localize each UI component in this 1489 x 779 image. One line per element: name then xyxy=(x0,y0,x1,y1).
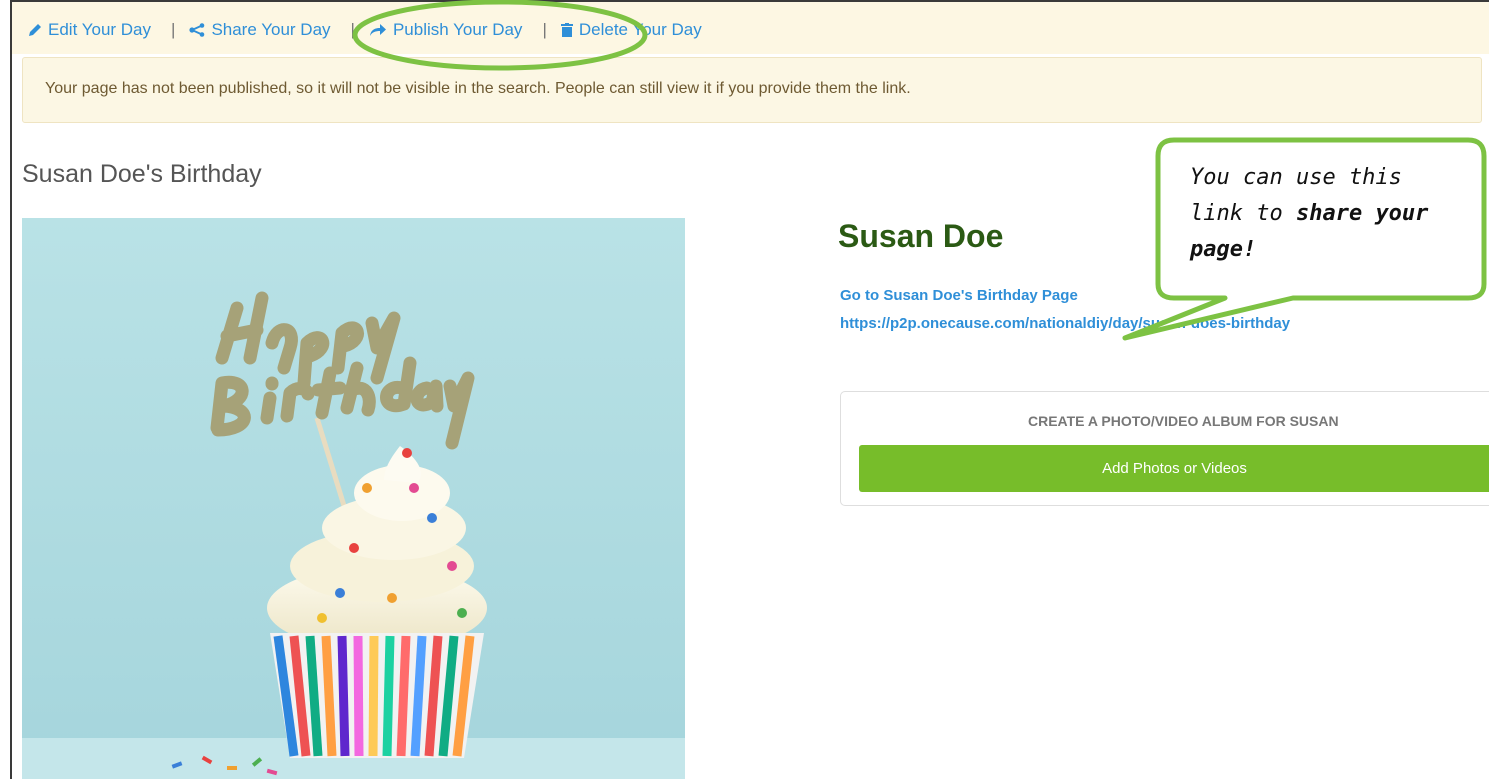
unpublished-notice: Your page has not been published, so it … xyxy=(22,57,1482,123)
share-icon xyxy=(189,23,205,37)
callout-text: You can use this link to share your page… xyxy=(1190,160,1460,268)
publish-arrow-icon xyxy=(369,24,386,36)
honoree-name: Susan Doe xyxy=(838,218,1004,254)
pencil-icon xyxy=(29,24,41,36)
share-day-link[interactable]: Share Your Day xyxy=(189,20,331,40)
frame-border-left xyxy=(10,0,12,779)
edit-day-link[interactable]: Edit Your Day xyxy=(28,20,151,40)
album-heading: CREATE A PHOTO/VIDEO ALBUM FOR SUSAN xyxy=(1028,413,1339,429)
notice-text: Your page has not been published, so it … xyxy=(45,80,911,97)
album-card: CREATE A PHOTO/VIDEO ALBUM FOR SUSAN Add… xyxy=(840,391,1489,506)
delete-day-link[interactable]: Delete Your Day xyxy=(560,20,702,40)
toolbar-separator: | xyxy=(542,20,547,39)
toolbar-separator: | xyxy=(171,20,176,39)
trash-icon xyxy=(560,23,573,37)
action-toolbar: Edit Your Day | Share Your Day | Publish… xyxy=(12,2,1489,54)
share-day-label: Share Your Day xyxy=(211,20,331,39)
publish-day-link[interactable]: Publish Your Day xyxy=(369,20,522,40)
delete-day-label: Delete Your Day xyxy=(578,20,702,39)
birthday-cupcake-photo xyxy=(22,218,685,779)
edit-day-label: Edit Your Day xyxy=(48,20,152,39)
share-url-link[interactable]: https://p2p.onecause.com/nationaldiy/day… xyxy=(840,315,1290,332)
add-photos-button[interactable]: Add Photos or Videos xyxy=(859,445,1489,492)
toolbar-separator: | xyxy=(350,20,355,39)
page-title: Susan Doe's Birthday xyxy=(22,160,262,188)
publish-day-label: Publish Your Day xyxy=(392,20,523,39)
birthday-page-link[interactable]: Go to Susan Doe's Birthday Page xyxy=(840,287,1078,304)
